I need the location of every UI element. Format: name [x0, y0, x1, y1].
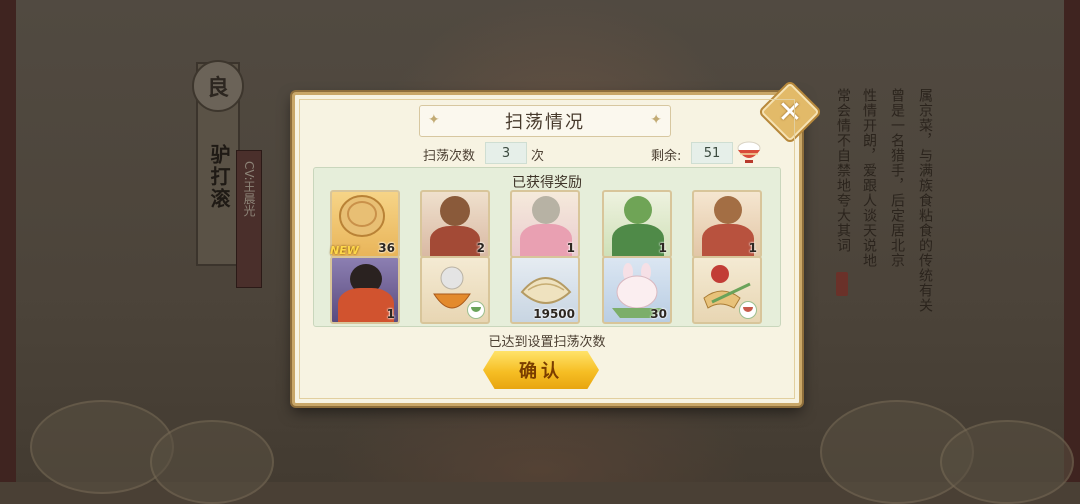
reward-count: 19500 [533, 307, 575, 321]
reward-item-character[interactable]: 1 [510, 190, 580, 258]
confirm-button[interactable]: 确认 [483, 351, 599, 389]
grade-medal: 良 [192, 60, 244, 112]
reward-count: 1 [386, 307, 395, 321]
dialog-title: 扫荡情况 [505, 112, 585, 133]
bio-line: 性情开朗，爱跟人谈天说地 [861, 88, 877, 268]
reward-item-dish[interactable] [692, 256, 762, 324]
character-nameplate: 良 驴打滚 [192, 60, 244, 266]
cloud-decoration [30, 400, 174, 494]
character-card-icon [624, 196, 652, 224]
reward-item-character[interactable]: NEW 1 [330, 244, 400, 324]
reward-item-dish[interactable] [420, 256, 490, 324]
reward-item-character[interactable]: 1 [692, 190, 762, 258]
character-card-icon [702, 224, 754, 256]
reward-count: 1 [748, 241, 757, 255]
sweep-stats: 扫荡次数 3 次 剩余: 51 [295, 141, 799, 165]
character-card-icon [338, 288, 394, 322]
rice-bowl-icon [737, 141, 761, 163]
reward-item-character[interactable]: 2 [420, 190, 490, 258]
bio-line: 属京菜，与满族食粘食的传统有关 [917, 88, 933, 313]
cloud-decoration [150, 420, 274, 504]
food-badge-icon [739, 301, 757, 319]
character-card-icon [714, 196, 742, 224]
sparkle-icon: ✦ [428, 112, 440, 128]
character-card-icon [532, 196, 560, 224]
right-border [1064, 0, 1080, 482]
rewards-title: 已获得奖励 [512, 175, 582, 191]
reward-count: 36 [378, 241, 395, 255]
reward-count: 1 [566, 241, 575, 255]
food-badge-icon [467, 301, 485, 319]
close-x-icon[interactable]: ✕ [769, 91, 811, 133]
bio-line: 曾是一名猎手，后定居北京 [889, 88, 905, 268]
sweep-count-unit: 次 [531, 149, 545, 164]
reward-item-rabbit-bun[interactable]: 30 [602, 256, 672, 324]
character-card-icon [612, 224, 664, 256]
sparkle-icon: ✦ [650, 112, 662, 128]
character-card-icon [440, 196, 470, 226]
remaining-label: 剩余: [651, 149, 682, 164]
character-name: 驴打滚 [207, 144, 231, 210]
character-card-icon [520, 224, 572, 256]
title-ribbon: ✦ 扫荡情况 ✦ [419, 105, 671, 137]
sweep-notice: 已达到设置扫荡次数 [488, 335, 606, 350]
new-tag: NEW [330, 244, 359, 257]
cv-label: CV:王晨光 [242, 161, 256, 217]
left-border [0, 0, 16, 482]
sweep-result-dialog: ✦ 扫荡情况 ✦ ✕ 扫荡次数 3 次 剩余: 51 已获得奖励 36 2 1 … [292, 79, 823, 406]
reward-count: 2 [476, 241, 485, 255]
reward-item-character[interactable]: 1 [602, 190, 672, 258]
character-card-icon [430, 226, 480, 256]
cv-tag: CV:王晨光 [236, 150, 262, 288]
sweep-count-value: 3 [485, 142, 527, 164]
cloud-decoration [940, 420, 1074, 504]
bio-line: 常会情不自禁地夸大其词 [835, 88, 851, 253]
reward-item-dumpling[interactable]: 19500 [510, 256, 580, 324]
reward-count: 1 [658, 241, 667, 255]
rewards-panel: 已获得奖励 36 2 1 1 1 NEW 1 19500 30 [313, 167, 781, 327]
remaining-value: 51 [691, 142, 733, 164]
reward-count: 30 [650, 307, 667, 321]
sweep-count-label: 扫荡次数 [423, 149, 476, 164]
seal-stamp [836, 272, 848, 296]
